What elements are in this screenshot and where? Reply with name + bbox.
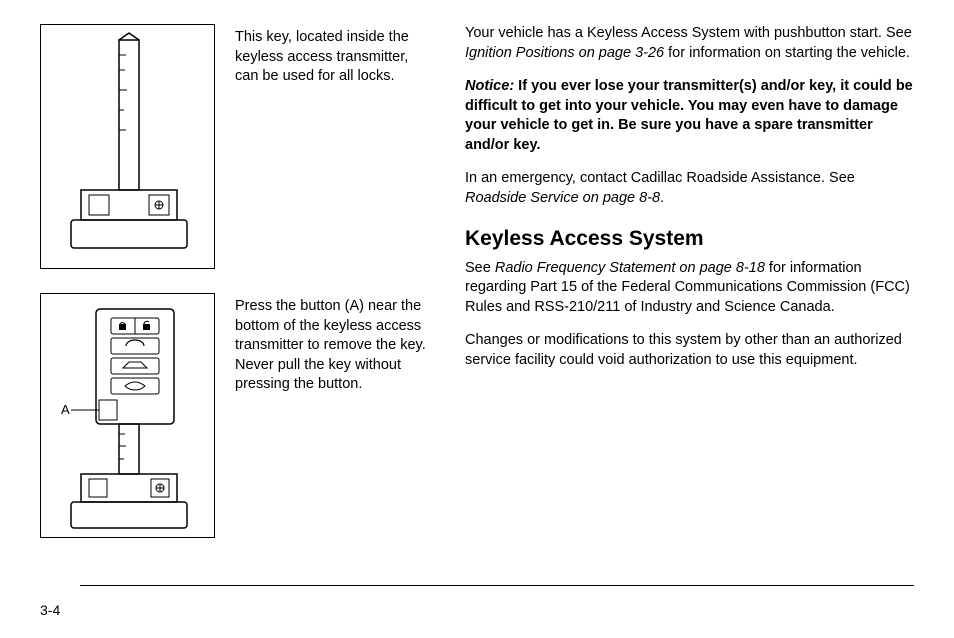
text: for information on starting the vehicle. [664, 45, 910, 61]
notice-text: If you ever lose your transmitter(s) and… [465, 78, 913, 153]
text: See [465, 260, 495, 276]
paragraph-intro: Your vehicle has a Keyless Access System… [465, 24, 914, 63]
figure-block-1: This key, located inside the keyless acc… [40, 24, 435, 269]
section-heading: Keyless Access System [465, 227, 914, 251]
page-content: This key, located inside the keyless acc… [40, 24, 914, 579]
text: In an emergency, contact Cadillac Roadsi… [465, 170, 855, 186]
right-column: Your vehicle has a Keyless Access System… [465, 24, 914, 579]
notice-label: Notice: [465, 78, 514, 94]
paragraph-modifications: Changes or modifications to this system … [465, 331, 914, 370]
footer-rule [80, 585, 914, 586]
paragraph-emergency: In an emergency, contact Cadillac Roadsi… [465, 169, 914, 208]
cross-ref-roadside: Roadside Service on page 8-8 [465, 190, 660, 206]
key-illustration [40, 24, 215, 269]
notice-paragraph: Notice: If you ever lose your transmitte… [465, 77, 914, 155]
page-number: 3-4 [40, 602, 60, 618]
transmitter-illustration: A [40, 293, 215, 538]
text: Your vehicle has a Keyless Access System… [465, 25, 912, 41]
figure-1-caption: This key, located inside the keyless acc… [235, 24, 435, 269]
left-column: This key, located inside the keyless acc… [40, 24, 435, 579]
cross-ref-ignition: Ignition Positions on page 3-26 [465, 45, 664, 61]
figure-block-2: A Press the button (A) near the bot [40, 293, 435, 538]
figure-2-caption: Press the button (A) near the bottom of … [235, 293, 435, 538]
text: . [660, 190, 664, 206]
label-a: A [61, 402, 70, 417]
cross-ref-rf: Radio Frequency Statement on page 8-18 [495, 260, 765, 276]
paragraph-rf: See Radio Frequency Statement on page 8-… [465, 259, 914, 318]
